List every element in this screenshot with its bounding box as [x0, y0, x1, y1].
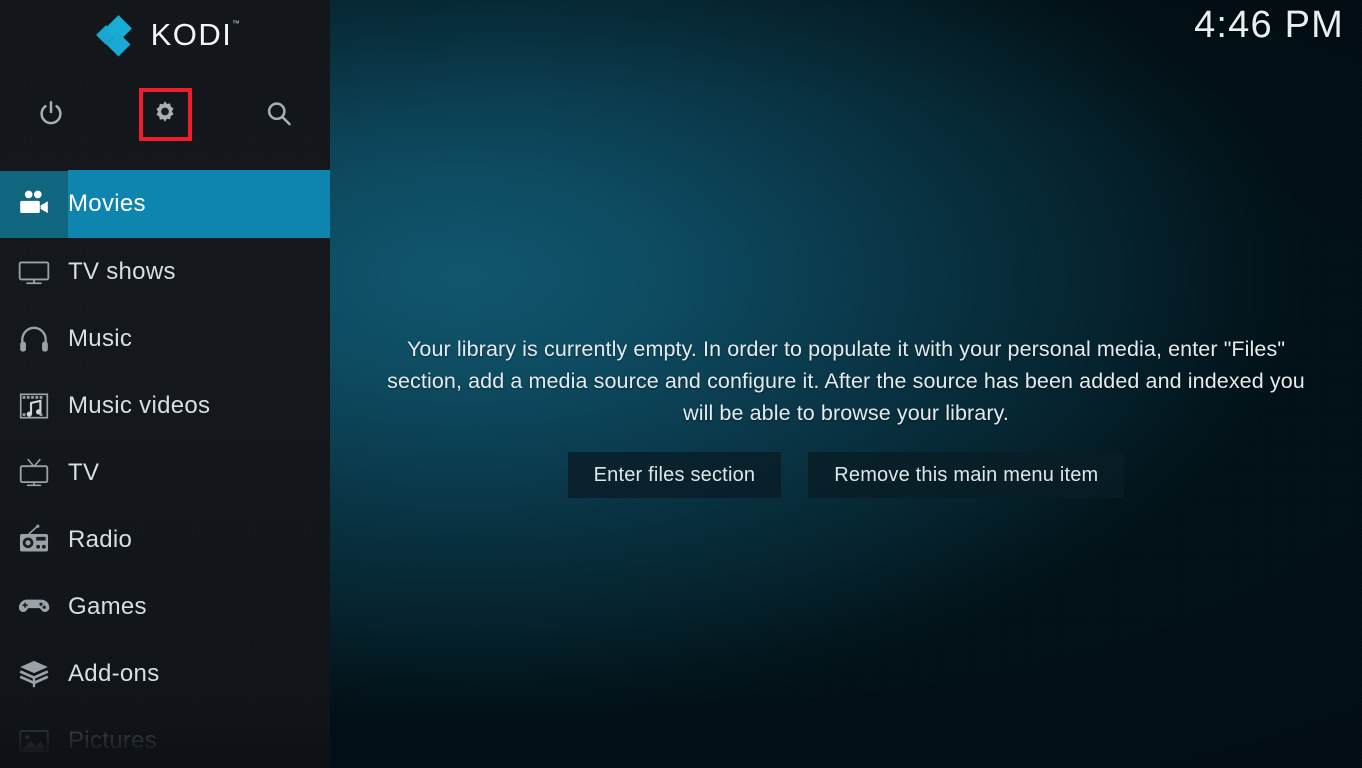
main-menu: Movies TV shows Music Music videos TV Ra…	[0, 170, 330, 768]
sidebar-item-pictures[interactable]: Pictures	[0, 707, 330, 768]
sidebar-item-tv[interactable]: TV	[0, 439, 330, 506]
sidebar-item-add-ons[interactable]: Add-ons	[0, 640, 330, 707]
sidebar-item-label: Radio	[68, 525, 133, 553]
search-icon	[264, 99, 294, 129]
gear-icon	[150, 99, 180, 129]
sidebar-item-label: Games	[68, 592, 147, 620]
kodi-window: 4:46 PM Your library is currently empty.…	[0, 0, 1362, 768]
sidebar-item-label: Add-ons	[68, 659, 160, 687]
sidebar-item-games[interactable]: Games	[0, 573, 330, 640]
picture-icon	[0, 707, 68, 768]
sidebar-item-label: Pictures	[68, 726, 158, 754]
power-button[interactable]	[20, 83, 82, 145]
enter-files-section-button[interactable]: Enter files section	[567, 452, 782, 498]
remove-main-menu-item-button[interactable]: Remove this main menu item	[808, 452, 1125, 498]
radio-icon	[0, 506, 68, 573]
sidebar-item-label: TV shows	[68, 257, 176, 285]
television-icon	[0, 238, 68, 305]
action-button-row: Enter files section Remove this main men…	[567, 452, 1125, 498]
movie-camera-icon	[0, 170, 68, 238]
content-panel: Your library is currently empty. In orde…	[330, 0, 1362, 768]
kodi-logo-text: KODI ™	[150, 17, 240, 53]
trademark-symbol: ™	[231, 19, 242, 28]
sidebar-item-label: TV	[68, 458, 100, 486]
film-music-icon	[0, 372, 68, 439]
empty-library-message: Your library is currently empty. In orde…	[387, 337, 1305, 425]
power-icon	[36, 99, 66, 129]
sidebar-item-music[interactable]: Music	[0, 305, 330, 372]
sidebar-item-music-videos[interactable]: Music videos	[0, 372, 330, 439]
settings-button[interactable]	[134, 83, 196, 145]
search-button[interactable]	[248, 83, 310, 145]
sidebar-item-movies[interactable]: Movies	[0, 170, 330, 238]
open-box-icon	[0, 640, 68, 707]
sidebar-item-label: Music videos	[68, 391, 211, 419]
quick-action-bar	[0, 82, 330, 146]
tv-antenna-icon	[0, 439, 68, 506]
sidebar-item-tv-shows[interactable]: TV shows	[0, 238, 330, 305]
kodi-logo-icon	[95, 15, 138, 57]
kodi-wordmark: KODI	[150, 17, 233, 52]
kodi-logo: KODI ™	[0, 0, 330, 70]
sidebar: KODI ™ Movies TV shows Music Music video…	[0, 0, 330, 768]
gamepad-icon	[0, 573, 68, 640]
sidebar-item-label: Movies	[68, 190, 146, 217]
sidebar-item-radio[interactable]: Radio	[0, 506, 330, 573]
sidebar-item-label: Music	[68, 324, 133, 352]
clock: 4:46 PM	[1194, 4, 1344, 46]
headphones-icon	[0, 305, 68, 372]
